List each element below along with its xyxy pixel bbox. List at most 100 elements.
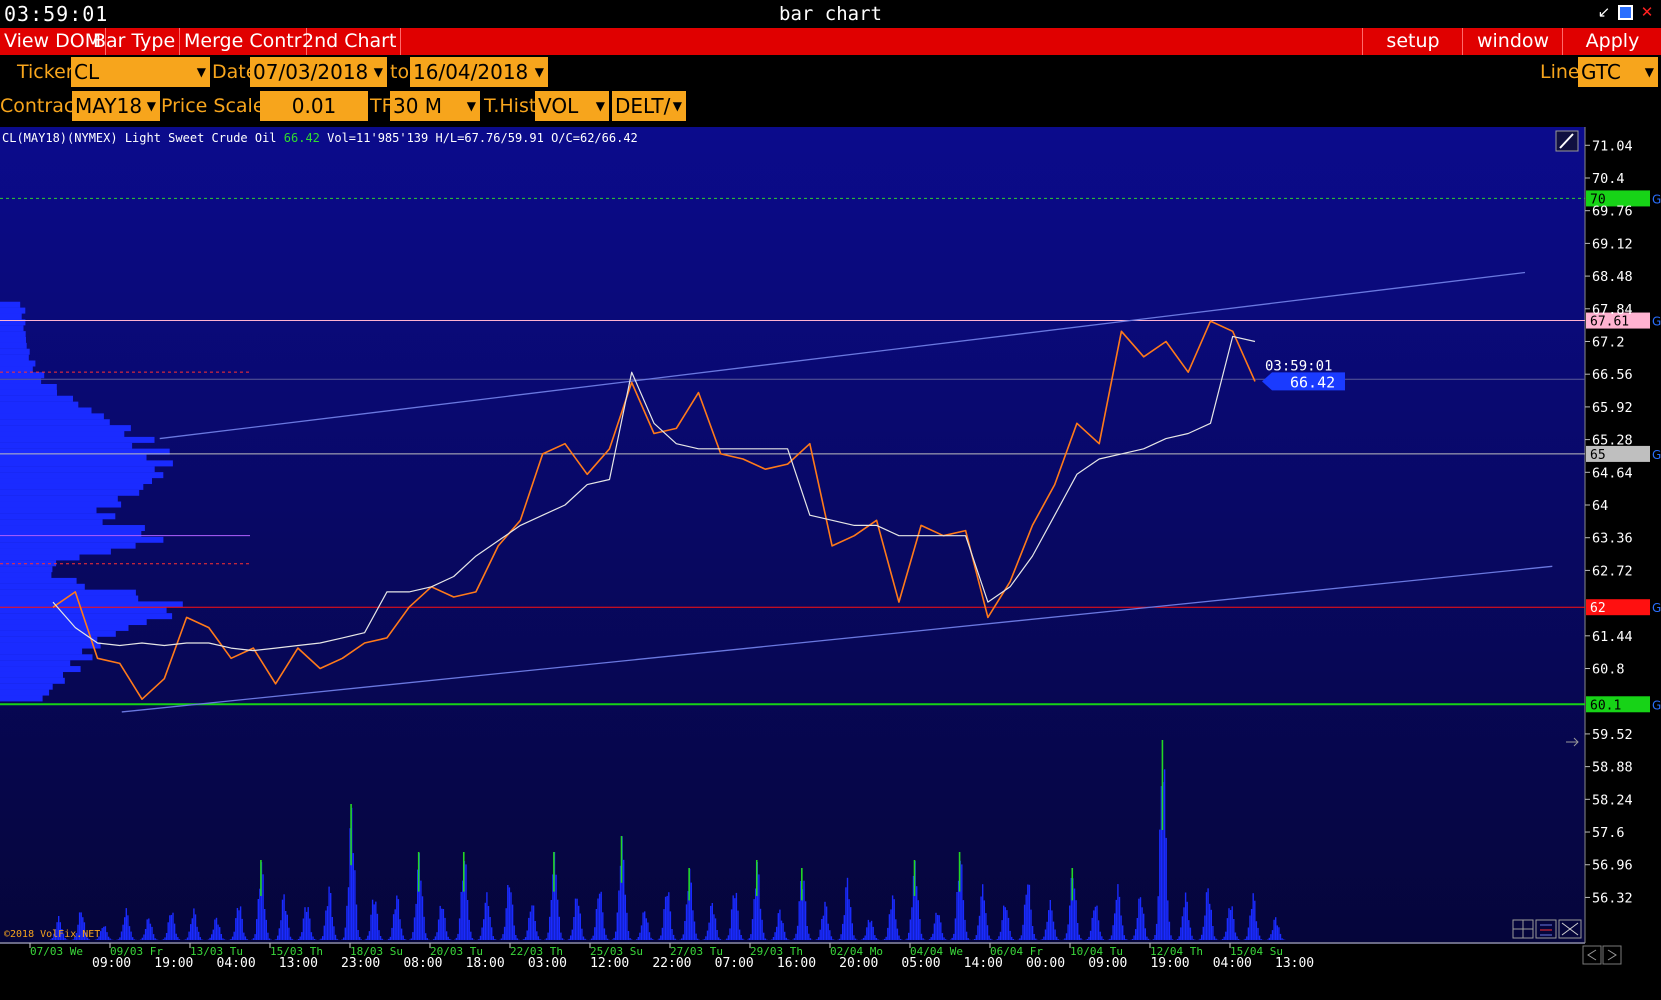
volume-bar: [1023, 904, 1026, 940]
volume-bar: [312, 936, 314, 940]
x-axis: 07/03 We 09/03 Fr 13/03 Tu 15/03 Th 18/03 Su…: [29, 943, 1314, 971]
volume-bar: [198, 931, 200, 940]
line-select[interactable]: GTC ▼: [1578, 57, 1658, 87]
volume-bar: [286, 914, 288, 940]
volume-bar: [751, 919, 754, 940]
volume-bar: [529, 911, 532, 940]
volume-spike: [553, 852, 555, 892]
volume-bar: [1252, 893, 1254, 940]
volume-bar: [597, 898, 599, 940]
volume-bar: [1260, 939, 1262, 940]
volume-bar: [674, 938, 676, 940]
volume-bar: [357, 930, 359, 940]
volume-bar: [1109, 938, 1111, 940]
delta-select[interactable]: DELT/ ▼: [612, 91, 686, 121]
volume-bar: [809, 938, 812, 940]
volume-bar: [1069, 905, 1071, 940]
volume-bar: [151, 926, 153, 940]
pencil-icon[interactable]: [1555, 130, 1579, 152]
date-from-select[interactable]: 07/03/2018 ▼: [250, 57, 387, 87]
menu-merge-contr[interactable]: Merge Contr: [180, 28, 307, 55]
date-to-select[interactable]: 16/04/2018 ▼: [410, 57, 548, 87]
volume-bar: [1157, 896, 1159, 940]
volume-bar: [624, 894, 626, 940]
contract-select[interactable]: MAY18 ▼: [72, 91, 160, 121]
volume-profile-bar: [0, 607, 167, 614]
volume-bar: [982, 884, 984, 940]
chevron-down-icon: ▼: [373, 65, 383, 79]
volume-bar: [170, 914, 173, 940]
volume-bar: [1019, 938, 1021, 940]
apply-button[interactable]: Apply: [1562, 28, 1661, 55]
menu-2nd-chart[interactable]: 2nd Chart: [298, 28, 402, 55]
volume-profile-bar: [0, 519, 103, 526]
window-title: bar chart: [779, 3, 882, 25]
volume-bar: [307, 907, 309, 940]
setup-button[interactable]: setup: [1362, 28, 1463, 55]
volume-bar: [606, 938, 609, 940]
volume-spike: [620, 836, 623, 883]
volume-bar: [808, 933, 810, 940]
minimize-icon[interactable]: ↙: [1596, 4, 1612, 20]
close-icon[interactable]: ✕: [1639, 4, 1655, 20]
y-tick-label: 65.28: [1592, 433, 1633, 449]
volume-bar: [302, 918, 305, 940]
volume-bar: [119, 937, 121, 940]
price-chart[interactable]: 70 G67.61 G65 G62 G60.1 G 71.0470.469.7669.12…: [0, 127, 1661, 1000]
x-time-label: 09:00: [92, 956, 131, 971]
volume-bar: [1168, 921, 1171, 940]
volume-spike: [688, 868, 690, 901]
volume-bar: [1204, 915, 1206, 940]
volume-bar: [334, 934, 337, 940]
price-scale-input[interactable]: 0.01: [260, 91, 368, 121]
volume-bar: [1025, 894, 1027, 940]
ticker-select[interactable]: CL ▼: [71, 57, 210, 87]
volume-bar: [1225, 931, 1227, 940]
volume-bar: [143, 934, 145, 940]
volume-bar: [978, 915, 981, 940]
volume-bar: [1278, 927, 1280, 940]
volume-profile-bar: [0, 466, 155, 473]
volume-bar: [975, 935, 977, 940]
volume-spike: [1071, 868, 1074, 901]
tf-select[interactable]: 30 M ▼: [390, 91, 480, 121]
copyright-text: ©2018 VolFix.NET: [4, 929, 101, 940]
volume-bar: [1093, 910, 1095, 940]
y-tick-label: 67.2: [1592, 334, 1625, 350]
volume-bar: [1012, 939, 1014, 940]
volume-bar: [763, 932, 765, 940]
volume-bar: [365, 938, 367, 940]
maximize-icon[interactable]: [1618, 5, 1633, 20]
level-label: 65: [1590, 448, 1606, 463]
volume-bar: [1249, 915, 1251, 940]
title-bar: 03:59:01 bar chart ↙ ✕: [0, 0, 1661, 27]
volume-bar: [433, 939, 435, 940]
info-stats: Vol=11'985'139 H/L=67.76/59.91 O/C=62/66…: [319, 131, 638, 145]
volume-bar: [774, 932, 776, 940]
window-button[interactable]: window: [1462, 28, 1563, 55]
volume-bar: [1097, 920, 1100, 940]
volume-bar: [1270, 934, 1272, 940]
chart-area[interactable]: 70 G 67.61 G 65 G 62 G 60.1 G 71.04 70.4 69.76 69.12…: [0, 127, 1661, 1000]
y-tick-label: 59.52: [1592, 727, 1633, 743]
volume-bar: [825, 906, 828, 940]
volume-bar: [708, 922, 710, 940]
y-tick-label: 60.8: [1592, 662, 1625, 678]
volume-bar: [623, 859, 625, 940]
date-to-value: 16/04/2018: [413, 60, 529, 84]
volume-bar: [636, 939, 638, 940]
volume-bar: [107, 936, 110, 940]
volume-bar: [693, 921, 696, 940]
volume-bar: [1152, 939, 1155, 940]
volume-bar: [172, 912, 174, 940]
volume-bar: [268, 938, 271, 940]
volume-profile-bar: [0, 325, 24, 332]
volume-bar: [1237, 939, 1240, 940]
price-scale-value: 0.01: [291, 94, 337, 118]
volume-bar: [848, 899, 850, 940]
volume-bar: [341, 939, 343, 940]
volume-spike: [913, 860, 916, 896]
thist-select[interactable]: VOL ▼: [535, 91, 609, 121]
volume-bar: [235, 918, 237, 940]
menu-bar-type[interactable]: Bar Type: [89, 28, 181, 55]
